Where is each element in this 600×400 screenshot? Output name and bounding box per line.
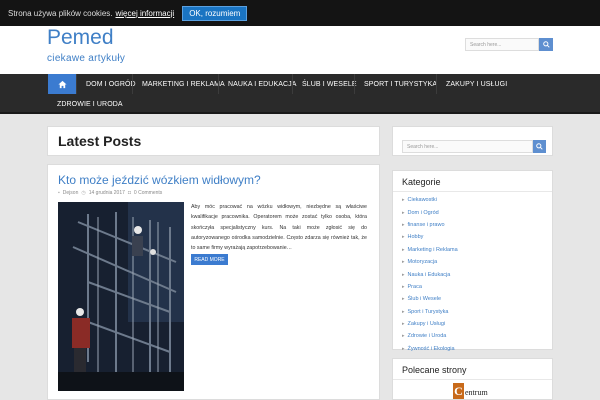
bullet-icon: ▸	[402, 321, 405, 328]
site-header: Pemed ciekawe artykuły Search here...	[0, 26, 600, 74]
main-nav: DOM I OGRÓD MARKETING I REKLAMA NAUKA I …	[0, 74, 600, 114]
cookie-bar: Strona używa plików cookies. więcej info…	[0, 0, 600, 26]
sidebar-search-button[interactable]	[533, 140, 546, 153]
header-search-button[interactable]	[539, 38, 553, 51]
bullet-icon: ▸	[402, 308, 405, 315]
post-author[interactable]: Dejson	[63, 190, 79, 196]
category-item[interactable]: ▸ Praca	[402, 281, 458, 293]
logo-initial: C	[453, 383, 464, 399]
post-comments[interactable]: 0 Comments	[134, 190, 162, 196]
post-card: Kto może jeździć wózkiem widłowym? ▪ Dej…	[47, 164, 380, 400]
nav-home[interactable]	[48, 74, 76, 94]
author-icon: ▪	[58, 190, 60, 196]
nav-item-zdrowie[interactable]: ZDROWIE I URODA	[48, 94, 132, 114]
read-more-button[interactable]: READ MORE	[191, 254, 228, 265]
sidebar-search-input[interactable]: Search here...	[402, 140, 533, 153]
bullet-icon: ▸	[402, 246, 405, 253]
site-tagline: ciekawe artykuły	[47, 53, 126, 64]
category-item[interactable]: ▸ Nauka i Edukacja	[402, 268, 458, 280]
category-item[interactable]: ▸ finanse i prawo	[402, 219, 458, 231]
post-meta: ▪ Dejson ◷ 14 grudnia 2017 ◘ 0 Comments	[58, 190, 162, 196]
header-search: Search here...	[465, 38, 553, 51]
logo-text: entrum	[465, 388, 488, 397]
category-item[interactable]: ▸ Motoryzacja	[402, 256, 458, 268]
recommended-title: Polecane strony	[402, 365, 467, 375]
category-item[interactable]: ▸ Sport i Turystyka	[402, 306, 458, 318]
bullet-icon: ▸	[402, 259, 405, 266]
category-item[interactable]: ▸ Ciekawostki	[402, 194, 458, 206]
bullet-icon: ▸	[402, 333, 405, 340]
category-item[interactable]: ▸ Dom i Ogród	[402, 206, 458, 218]
bullet-icon: ▸	[402, 197, 405, 204]
category-item[interactable]: ▸ Hobby	[402, 231, 458, 243]
sidebar-search: Search here...	[392, 126, 553, 156]
header-search-input[interactable]: Search here...	[465, 38, 539, 51]
category-item[interactable]: ▸ Marketing i Reklama	[402, 244, 458, 256]
recommended-widget: Polecane strony C entrum	[392, 358, 553, 400]
bullet-icon: ▸	[402, 221, 405, 228]
centrum-logo[interactable]: C entrum	[453, 383, 488, 399]
nav-item-zakupy[interactable]: ZAKUPY I USŁUGI	[436, 74, 516, 94]
bullet-icon: ▸	[402, 345, 405, 352]
comment-icon: ◘	[127, 190, 131, 196]
search-icon	[542, 41, 550, 48]
categories-list: ▸ Ciekawostki ▸ Dom i Ogród ▸ finanse i pra…	[402, 194, 458, 355]
bullet-icon: ▸	[402, 271, 405, 278]
post-date: 14 grudnia 2017	[88, 190, 125, 196]
post-thumbnail[interactable]	[58, 202, 184, 391]
bullet-icon: ▸	[402, 209, 405, 216]
nav-item-sport[interactable]: SPORT I TURYSTYKA	[354, 74, 446, 94]
bullet-icon: ▸	[402, 296, 405, 303]
category-item[interactable]: ▸ Żywność i Ekologia	[402, 343, 458, 355]
search-icon	[536, 143, 543, 150]
category-item[interactable]: ▸ Ślub i Wesele	[402, 293, 458, 305]
categories-title: Kategorie	[402, 177, 441, 187]
cookie-more-link[interactable]: więcej informacji	[116, 9, 175, 18]
warehouse-photo	[58, 202, 184, 391]
bullet-icon: ▸	[402, 283, 405, 290]
bullet-icon: ▸	[402, 234, 405, 241]
category-item[interactable]: ▸ Zdrowie i Uroda	[402, 330, 458, 342]
post-title[interactable]: Kto może jeździć wózkiem widłowym?	[58, 173, 261, 187]
latest-posts-header: Latest Posts	[47, 126, 380, 156]
home-icon	[57, 80, 67, 88]
divider	[393, 191, 552, 192]
clock-icon: ◷	[81, 190, 86, 196]
latest-posts-title: Latest Posts	[58, 133, 142, 149]
category-item[interactable]: ▸ Zakupy i Usługi	[402, 318, 458, 330]
site-title[interactable]: Pemed	[47, 26, 114, 50]
categories-widget: Kategorie ▸ Ciekawostki ▸ Dom i Ogród ▸ fin…	[392, 170, 553, 352]
cookie-accept-button[interactable]: OK, rozumiem	[182, 5, 248, 21]
post-excerpt: Aby móc pracować na wózku widłowym, niez…	[191, 204, 367, 252]
divider	[393, 379, 552, 380]
cookie-text: Strona używa plików cookies.	[8, 8, 113, 18]
